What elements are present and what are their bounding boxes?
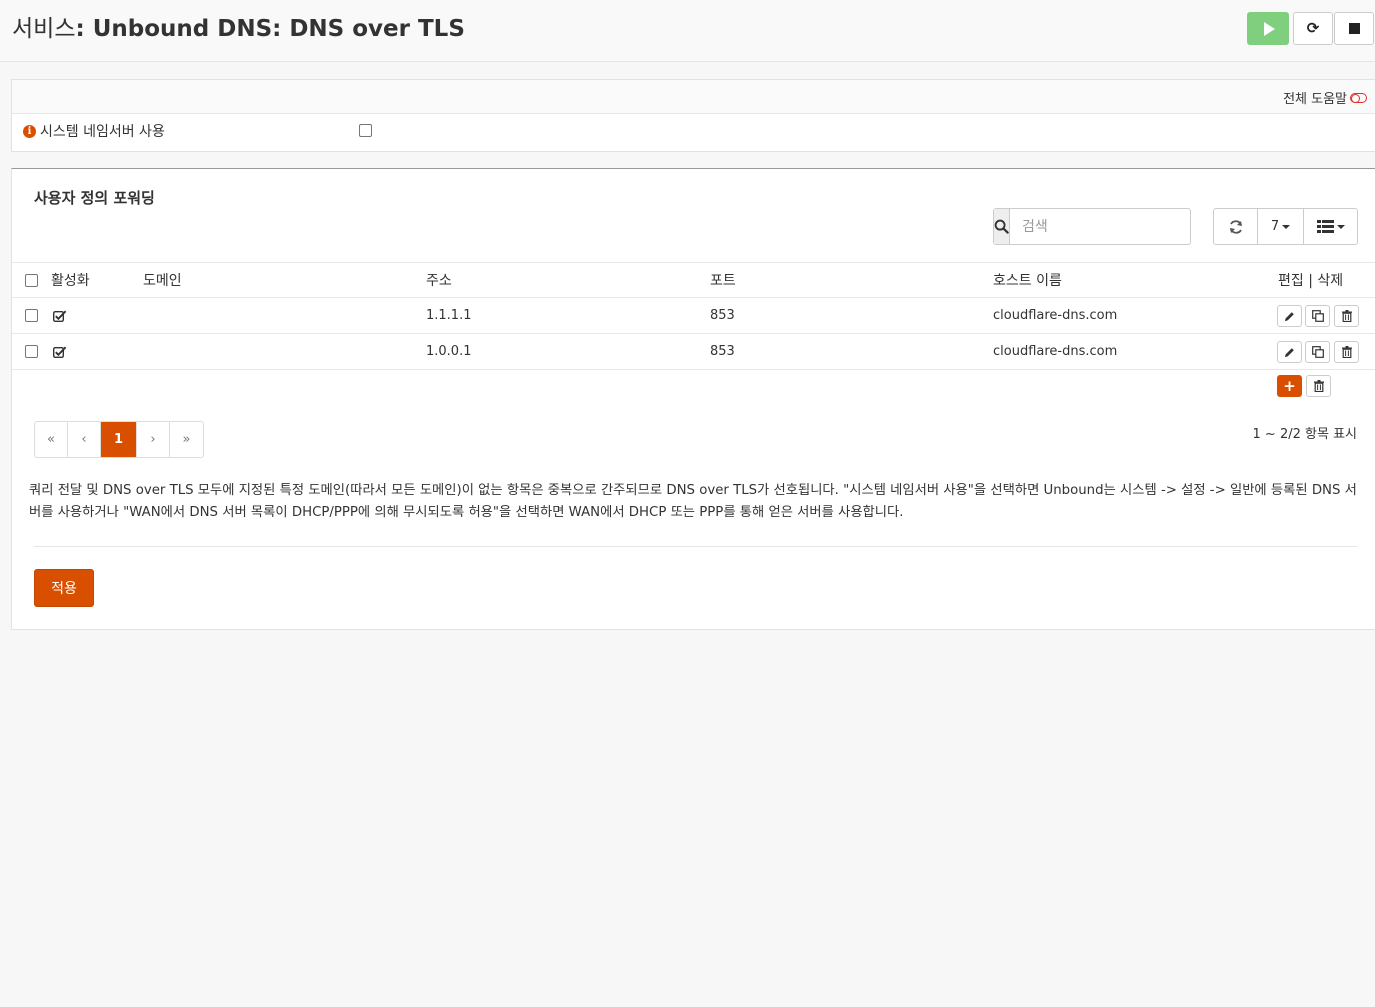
pagination-next[interactable]: › bbox=[137, 422, 170, 457]
list-icon bbox=[1316, 220, 1334, 233]
pagination-first[interactable]: « bbox=[35, 422, 68, 457]
help-text: 쿼리 전달 및 DNS over TLS 모두에 지정된 특정 도메인(따라서 … bbox=[29, 483, 1357, 520]
col-enabled[interactable]: 활성화 bbox=[51, 263, 90, 297]
trash-icon bbox=[1313, 380, 1324, 392]
page-header: 서비스: Unbound DNS: DNS over TLS ⟳ bbox=[0, 0, 1375, 62]
search-input[interactable] bbox=[1010, 209, 1196, 244]
grid-info: 1 ~ 2/2 항목 표시 bbox=[1252, 427, 1357, 442]
restart-service-button[interactable]: ⟳ bbox=[1293, 12, 1333, 45]
delete-selected-button[interactable] bbox=[1306, 375, 1331, 397]
table-row: 1.1.1.1 853 cloudflare-dns.com bbox=[12, 297, 1375, 333]
row-port: 853 bbox=[710, 344, 735, 359]
page-title-name: : Unbound DNS: DNS over TLS bbox=[75, 16, 465, 42]
info-icon[interactable]: i bbox=[23, 124, 36, 138]
section-title: 사용자 정의 포워딩 bbox=[34, 189, 155, 207]
pagination: « ‹ 1 › » bbox=[34, 421, 204, 458]
toggle-off-icon bbox=[1350, 92, 1367, 103]
table-footer: + bbox=[12, 369, 1375, 405]
pagination-current[interactable]: 1 bbox=[101, 422, 137, 457]
apply-button[interactable]: 적용 bbox=[34, 569, 94, 607]
pagination-last[interactable]: » bbox=[170, 422, 203, 457]
pencil-icon bbox=[1284, 311, 1294, 321]
row-hostname: cloudflare-dns.com bbox=[993, 308, 1118, 323]
pagination-prev[interactable]: ‹ bbox=[68, 422, 101, 457]
col-domain[interactable]: 도메인 bbox=[143, 263, 182, 297]
row-address: 1.0.0.1 bbox=[426, 344, 472, 359]
system-nameservers-checkbox[interactable] bbox=[359, 124, 372, 137]
select-all-cell bbox=[25, 263, 38, 297]
table-row: 1.0.0.1 853 cloudflare-dns.com bbox=[12, 333, 1375, 369]
refresh-button[interactable] bbox=[1214, 209, 1258, 244]
stop-service-button[interactable] bbox=[1334, 12, 1374, 45]
row-select-cell bbox=[25, 298, 38, 333]
edit-button[interactable] bbox=[1277, 341, 1302, 363]
grid-actions: 7 bbox=[1213, 208, 1358, 245]
search-box bbox=[993, 208, 1196, 245]
pencil-icon bbox=[1284, 347, 1294, 357]
clone-button[interactable] bbox=[1305, 305, 1330, 327]
select-all-checkbox[interactable] bbox=[25, 273, 38, 287]
forwarding-table: 활성화 도메인 주소 포트 호스트 이름 편집 | 삭제 1.1.1.1 853… bbox=[12, 262, 1375, 405]
delete-button[interactable] bbox=[1334, 341, 1359, 363]
clone-button[interactable] bbox=[1305, 341, 1330, 363]
caret-down-icon bbox=[1282, 224, 1291, 229]
page-size-dropdown[interactable]: 7 bbox=[1258, 209, 1304, 244]
divider bbox=[34, 546, 1357, 547]
row-select-cell bbox=[25, 334, 38, 369]
delete-button[interactable] bbox=[1334, 305, 1359, 327]
col-commands: 편집 | 삭제 bbox=[1278, 273, 1344, 289]
plus-icon: + bbox=[1283, 377, 1296, 395]
page-title-prefix: 서비스 bbox=[12, 16, 76, 42]
row-port: 853 bbox=[710, 308, 735, 323]
caret-down-icon bbox=[1336, 224, 1345, 229]
help-row: 전체 도움말 bbox=[12, 80, 1375, 114]
copy-icon bbox=[1311, 346, 1324, 358]
edit-button[interactable] bbox=[1277, 305, 1302, 327]
row-checkbox[interactable] bbox=[25, 345, 38, 358]
stop-icon bbox=[1348, 23, 1360, 34]
row-hostname: cloudflare-dns.com bbox=[993, 344, 1118, 359]
row-enabled-cell bbox=[53, 334, 67, 369]
full-help-label: 전체 도움말 bbox=[1283, 92, 1347, 107]
col-port[interactable]: 포트 bbox=[710, 263, 736, 297]
trash-icon bbox=[1341, 346, 1352, 358]
system-nameservers-label: 시스템 네임서버 사용 bbox=[40, 124, 165, 140]
table-header: 활성화 도메인 주소 포트 호스트 이름 편집 | 삭제 bbox=[12, 262, 1375, 297]
refresh-icon bbox=[1229, 219, 1242, 234]
checkbox-checked-icon bbox=[53, 346, 67, 358]
page-title: 서비스: Unbound DNS: DNS over TLS bbox=[12, 9, 465, 43]
custom-forwarding-panel: 사용자 정의 포워딩 7 활성화 도메인 주소 포트 호스트 이름 편집 | 삭… bbox=[11, 168, 1375, 630]
system-nameservers-label-wrap: i 시스템 네임서버 사용 bbox=[23, 121, 165, 141]
page-size-value: 7 bbox=[1270, 219, 1280, 234]
full-help-toggle[interactable]: 전체 도움말 bbox=[1283, 88, 1367, 107]
col-hostname[interactable]: 호스트 이름 bbox=[993, 263, 1062, 297]
checkbox-checked-icon bbox=[53, 310, 67, 322]
row-enabled-cell bbox=[53, 298, 67, 333]
trash-icon bbox=[1341, 310, 1352, 322]
row-address: 1.1.1.1 bbox=[426, 308, 472, 323]
general-settings-panel: 전체 도움말 i 시스템 네임서버 사용 bbox=[11, 79, 1375, 152]
add-button[interactable]: + bbox=[1277, 375, 1302, 397]
start-service-button[interactable] bbox=[1247, 12, 1289, 45]
search-icon bbox=[994, 209, 1010, 244]
column-selector-dropdown[interactable] bbox=[1304, 209, 1357, 244]
col-address[interactable]: 주소 bbox=[426, 263, 452, 297]
play-icon bbox=[1264, 21, 1275, 36]
copy-icon bbox=[1311, 310, 1324, 322]
reload-icon: ⟳ bbox=[1306, 19, 1320, 37]
row-checkbox[interactable] bbox=[25, 309, 38, 322]
